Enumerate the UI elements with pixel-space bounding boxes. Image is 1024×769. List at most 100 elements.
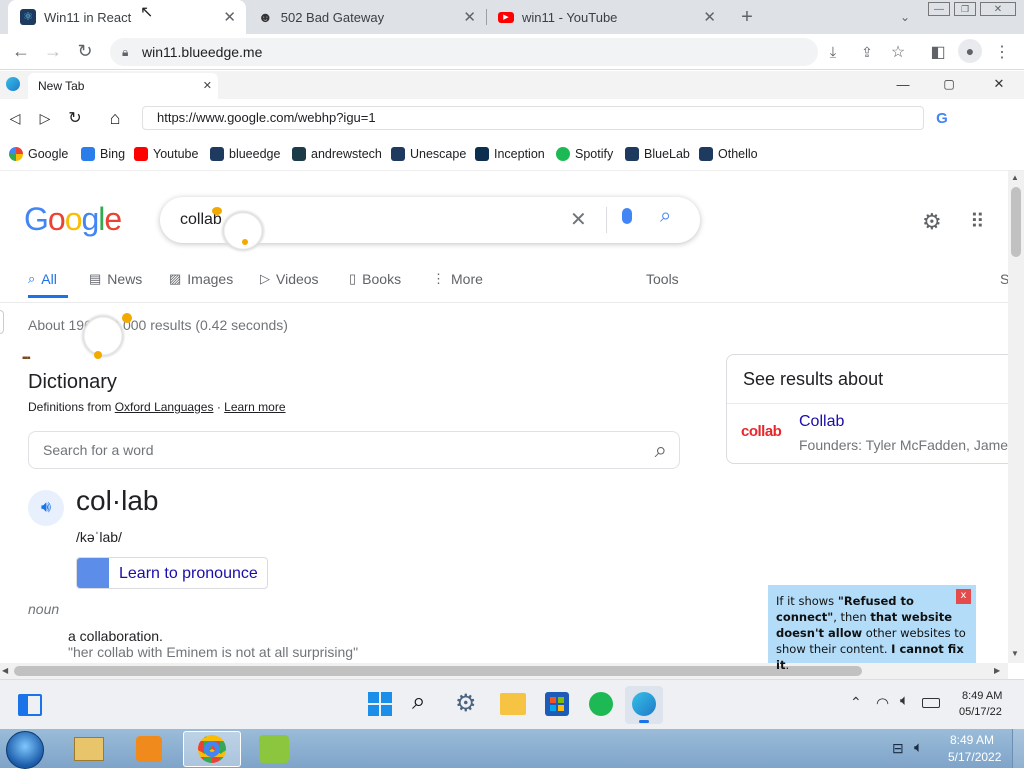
side-card-title[interactable]: Collab: [799, 413, 844, 431]
widgets-icon[interactable]: [18, 694, 42, 716]
tab-all[interactable]: ⌕ All: [28, 271, 57, 287]
outer-tab-youtube[interactable]: ▶ win11 - YouTube ✕: [488, 0, 726, 34]
bookmark-andrewstech[interactable]: andrewstech: [292, 147, 382, 161]
outer-tab-gateway[interactable]: ☻ 502 Bad Gateway ✕: [248, 0, 486, 34]
address-bar[interactable]: 🔒︎ win11.blueedge.me: [110, 38, 818, 66]
bookmark-bluelab[interactable]: BlueLab: [625, 147, 690, 161]
part-of-speech: noun: [28, 601, 60, 617]
bookmark-star-icon[interactable]: ☆: [887, 41, 909, 63]
dictionary-search-input[interactable]: Search for a word ⌕: [28, 431, 680, 469]
scrollbar-thumb[interactable]: [1011, 187, 1021, 257]
tab-books[interactable]: ▯ Books: [349, 271, 401, 287]
volume-icon[interactable]: 🔈︎: [900, 692, 909, 709]
close-tab-icon[interactable]: ✕: [223, 8, 236, 26]
minimize-icon[interactable]: —: [894, 75, 912, 93]
reload-icon[interactable]: ↻: [74, 40, 96, 62]
volume-icon[interactable]: 🔈︎: [914, 739, 923, 756]
bookmark-youtube[interactable]: Youtube: [134, 147, 198, 161]
learn-more-link[interactable]: Learn more: [224, 400, 285, 414]
tools-button[interactable]: Tools: [646, 271, 679, 287]
react-icon: [391, 147, 405, 161]
scroll-down-icon[interactable]: ▼: [1011, 649, 1019, 658]
tab-more[interactable]: ⋮ More: [432, 271, 483, 287]
see-results-about-card[interactable]: See results about collab Collab Founders…: [726, 354, 1008, 464]
search-icon[interactable]: ⌕: [660, 205, 671, 228]
scroll-right-icon[interactable]: ▶: [994, 666, 1000, 675]
side-panel-icon[interactable]: ◧: [927, 41, 949, 63]
settings-gear-icon[interactable]: ⚙: [922, 209, 942, 235]
scroll-left-icon[interactable]: ◀: [2, 666, 8, 675]
oxford-link[interactable]: Oxford Languages: [115, 400, 214, 414]
learn-to-pronounce-button[interactable]: Learn to pronounce: [76, 557, 268, 589]
settings-gear-icon[interactable]: ⚙: [455, 689, 477, 718]
bookmark-spotify[interactable]: Spotify: [556, 147, 613, 161]
wifi-icon[interactable]: ◠: [876, 694, 889, 712]
battery-icon[interactable]: [922, 698, 940, 708]
tab-images[interactable]: ▨ Images: [169, 271, 233, 287]
windows-start-icon[interactable]: [368, 692, 392, 716]
show-desktop-button[interactable]: [1012, 729, 1024, 768]
file-explorer-icon[interactable]: [500, 693, 526, 715]
search-icon[interactable]: ⌕: [412, 688, 425, 716]
scroll-up-icon[interactable]: ▲: [1011, 173, 1019, 182]
safesearch-clip[interactable]: S: [1000, 271, 1008, 287]
maximize-icon[interactable]: ▢: [940, 75, 958, 93]
store-icon[interactable]: [545, 692, 569, 716]
bookmark-inception[interactable]: Inception: [475, 147, 545, 161]
apps-grid-icon[interactable]: ⠿: [970, 209, 985, 234]
win11-clock-time[interactable]: 8:49 AM: [962, 690, 1002, 702]
google-g-icon[interactable]: G: [932, 108, 952, 128]
tab-search-icon[interactable]: ⌄: [894, 7, 916, 27]
close-tab-icon[interactable]: ✕: [463, 8, 476, 26]
app-taskbar-button[interactable]: [245, 731, 303, 767]
close-window-icon[interactable]: ✕: [990, 75, 1008, 93]
tooltip-close-button[interactable]: x: [956, 589, 971, 604]
goose-beak-icon: [212, 207, 222, 215]
share-icon[interactable]: ⇪: [856, 41, 878, 63]
win11-clock-date[interactable]: 05/17/22: [959, 706, 1002, 718]
close-tab-icon[interactable]: ✕: [703, 8, 716, 26]
chevron-up-icon[interactable]: ⌃: [850, 694, 862, 711]
bookmark-blueedge[interactable]: blueedge: [210, 147, 280, 161]
win7-clock-date[interactable]: 5/17/2022: [948, 750, 1001, 764]
new-tab-icon[interactable]: +: [736, 6, 758, 28]
close-window-icon[interactable]: ✕: [980, 2, 1016, 16]
speaker-icon[interactable]: 🔊︎: [28, 490, 64, 526]
inner-tab-newtab[interactable]: New Tab ✕: [28, 73, 218, 99]
chrome-taskbar-button[interactable]: [183, 731, 241, 767]
home-icon[interactable]: ⌂: [104, 107, 126, 129]
search-icon[interactable]: ⌕: [655, 432, 667, 468]
forward-icon[interactable]: ▷: [36, 108, 54, 128]
profile-avatar-icon[interactable]: ●: [958, 39, 982, 63]
vertical-scrollbar[interactable]: ▲ ▼: [1008, 171, 1024, 663]
network-icon[interactable]: ⊟: [892, 740, 904, 757]
back-icon[interactable]: ←: [10, 40, 32, 62]
mic-icon[interactable]: [622, 208, 632, 224]
bookmark-google[interactable]: Google: [9, 147, 68, 161]
horizontal-scrollbar[interactable]: ◀ ▶: [0, 663, 1008, 679]
tab-news[interactable]: ▤ News: [89, 271, 142, 287]
inner-address-bar[interactable]: https://www.google.com/webhp?igu=1: [142, 106, 924, 130]
clear-icon[interactable]: ✕: [570, 207, 587, 232]
restore-icon[interactable]: ❐: [954, 2, 976, 16]
explorer-taskbar-button[interactable]: [60, 731, 118, 767]
close-tab-icon[interactable]: ✕: [203, 73, 212, 99]
media-player-taskbar-button[interactable]: [120, 731, 178, 767]
spotify-icon[interactable]: [589, 692, 613, 716]
menu-kebab-icon[interactable]: ⋮: [992, 41, 1012, 63]
google-logo[interactable]: Google: [24, 201, 122, 238]
tab-videos[interactable]: ▷ Videos: [260, 271, 319, 287]
forward-icon[interactable]: →: [42, 40, 64, 62]
bookmark-bing[interactable]: Bing: [81, 147, 125, 161]
bookmark-othello[interactable]: Othello: [699, 147, 758, 161]
minimize-icon[interactable]: —: [928, 2, 950, 16]
bookmark-unescape[interactable]: Unescape: [391, 147, 466, 161]
scrollbar-thumb[interactable]: [14, 666, 862, 676]
windows-orb-icon[interactable]: [6, 731, 44, 769]
win7-clock-time[interactable]: 8:49 AM: [950, 733, 994, 747]
back-icon[interactable]: ◁: [6, 108, 24, 128]
download-icon[interactable]: ⤓: [822, 41, 844, 63]
reload-icon[interactable]: ↻: [65, 108, 85, 128]
edge-taskbar-button[interactable]: [625, 686, 663, 724]
outer-tab-win11[interactable]: ⚛ Win11 in React ✕: [8, 0, 246, 34]
